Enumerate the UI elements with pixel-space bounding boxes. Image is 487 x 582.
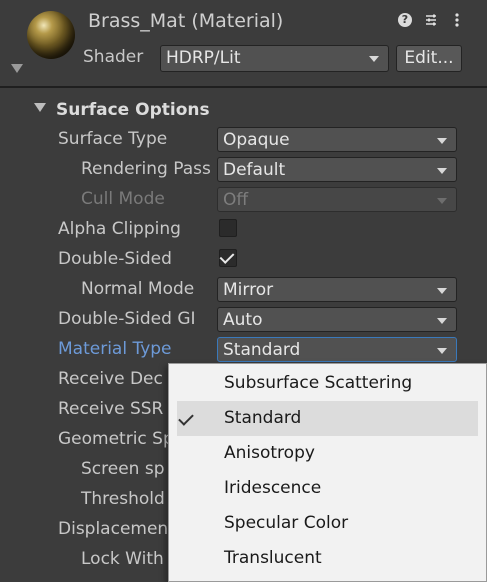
surface-type-label: Surface Type xyxy=(58,129,168,149)
shader-dropdown[interactable]: HDRP/Lit xyxy=(160,45,389,72)
menu-item-highlight xyxy=(177,401,478,436)
alpha-clipping-label: Alpha Clipping xyxy=(58,219,181,239)
header-divider xyxy=(0,86,487,88)
rendering-pass-value: Default xyxy=(223,160,286,180)
alpha-clipping-checkbox[interactable] xyxy=(219,219,237,237)
edit-shader-button[interactable]: Edit... xyxy=(396,45,462,72)
menu-item-anisotropy[interactable]: Anisotropy xyxy=(169,436,486,471)
preset-icon[interactable] xyxy=(424,13,438,27)
chevron-down-icon xyxy=(437,138,447,144)
header-icons: ? xyxy=(398,13,464,27)
displacement-label: Displacement xyxy=(58,519,175,539)
screen-space-label: Screen sp xyxy=(81,459,165,479)
shader-value: HDRP/Lit xyxy=(166,48,241,68)
section-title[interactable]: Surface Options xyxy=(56,100,210,120)
receive-decals-label: Receive Dec xyxy=(58,369,163,389)
more-icon[interactable] xyxy=(450,13,464,27)
material-type-dropdown[interactable]: Standard xyxy=(217,337,457,362)
section-foldout-arrow-icon[interactable] xyxy=(34,103,46,112)
material-header: Brass_Mat (Material) ? Shader HDRP/Lit E… xyxy=(0,0,487,86)
chevron-down-icon xyxy=(437,348,447,354)
shader-label: Shader xyxy=(83,47,144,67)
chevron-down-icon xyxy=(437,318,447,324)
double-sided-gi-label: Double-Sided GI xyxy=(58,309,196,329)
cull-mode-value: Off xyxy=(223,190,249,210)
double-sided-checkbox[interactable] xyxy=(219,249,237,267)
normal-mode-label: Normal Mode xyxy=(81,279,195,299)
material-title: Brass_Mat (Material) xyxy=(88,10,284,32)
material-preview-thumbnail[interactable] xyxy=(27,11,75,59)
double-sided-gi-dropdown[interactable]: Auto xyxy=(217,307,457,332)
surface-type-value: Opaque xyxy=(223,130,290,150)
normal-mode-dropdown[interactable]: Mirror xyxy=(217,277,457,302)
geometric-specular-label: Geometric Sp xyxy=(58,429,174,449)
threshold-label: Threshold xyxy=(81,489,165,509)
cull-mode-label: Cull Mode xyxy=(81,189,165,209)
lock-with-label: Lock With xyxy=(81,549,164,569)
double-sided-gi-value: Auto xyxy=(223,310,263,330)
material-type-label: Material Type xyxy=(58,339,172,359)
menu-item-subsurface-scattering[interactable]: Subsurface Scattering xyxy=(169,366,486,401)
chevron-down-icon xyxy=(437,198,447,204)
rendering-pass-label: Rendering Pass xyxy=(81,159,211,179)
menu-item-translucent[interactable]: Translucent xyxy=(169,541,486,576)
material-type-value: Standard xyxy=(223,340,301,360)
menu-item-iridescence[interactable]: Iridescence xyxy=(169,471,486,506)
menu-item-standard[interactable]: Standard xyxy=(169,401,486,436)
chevron-down-icon xyxy=(437,168,447,174)
rendering-pass-dropdown[interactable]: Default xyxy=(217,157,457,182)
material-type-menu: Subsurface Scattering Standard Anisotrop… xyxy=(168,363,487,582)
chevron-down-icon xyxy=(437,288,447,294)
normal-mode-value: Mirror xyxy=(223,280,274,300)
double-sided-label: Double-Sided xyxy=(58,249,172,269)
chevron-down-icon xyxy=(369,56,379,62)
surface-type-dropdown[interactable]: Opaque xyxy=(217,127,457,152)
menu-item-specular-color[interactable]: Specular Color xyxy=(169,506,486,541)
header-foldout-arrow-icon[interactable] xyxy=(11,64,23,73)
cull-mode-dropdown: Off xyxy=(217,187,457,212)
help-icon[interactable]: ? xyxy=(398,13,412,27)
receive-ssr-label: Receive SSR xyxy=(58,399,164,419)
checkmark-icon xyxy=(219,249,235,264)
